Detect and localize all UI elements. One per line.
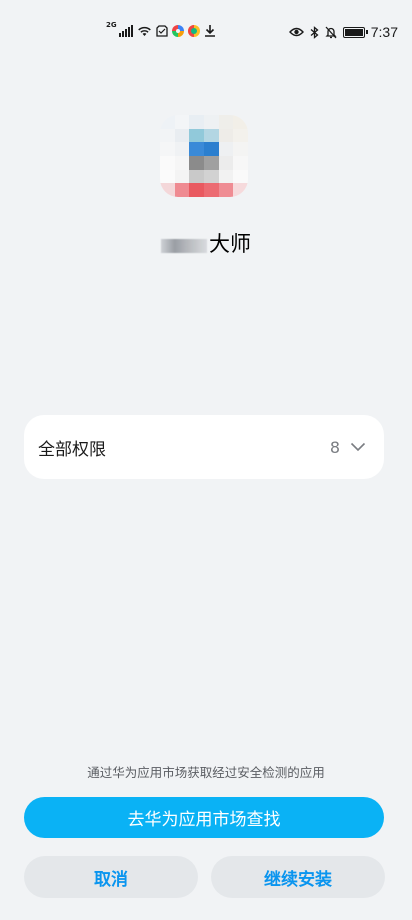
- status-left: 2G: [106, 20, 216, 37]
- bell-off-icon: [325, 26, 337, 38]
- signal-icon: [118, 24, 133, 37]
- status-bar: 2G 7:37: [0, 0, 412, 60]
- permissions-count: 8: [329, 437, 340, 457]
- app-name-label: 大师: [209, 232, 251, 256]
- redacted-text: [161, 239, 207, 253]
- wifi-icon: [137, 26, 151, 36]
- market-hint-text: 通过华为应用市场获取经过安全检测的应用: [87, 765, 325, 780]
- eye-icon: [288, 27, 304, 37]
- chevron-down-icon: [350, 442, 366, 452]
- continue-install-button[interactable]: 继续安装: [211, 856, 385, 898]
- app-icon: [160, 115, 248, 197]
- cancel-button[interactable]: 取消: [24, 856, 198, 898]
- app-dots-icon: [187, 24, 200, 37]
- app-swirl-icon: [171, 24, 184, 37]
- status-time: 7:37: [370, 24, 398, 40]
- clipboard-icon: [155, 25, 168, 37]
- find-in-app-market-button[interactable]: 去华为应用市场查找: [24, 797, 384, 838]
- permissions-title: 全部权限: [38, 439, 106, 460]
- network-type: 2G: [106, 20, 117, 29]
- all-permissions-row[interactable]: 全部权限 8: [24, 415, 384, 479]
- battery-icon: [342, 26, 368, 38]
- bluetooth-icon: [310, 25, 319, 39]
- status-right: 7:37: [288, 24, 398, 40]
- app-name: 大师: [0, 228, 412, 258]
- download-icon: [204, 25, 215, 37]
- permissions-summary: 8: [330, 438, 366, 457]
